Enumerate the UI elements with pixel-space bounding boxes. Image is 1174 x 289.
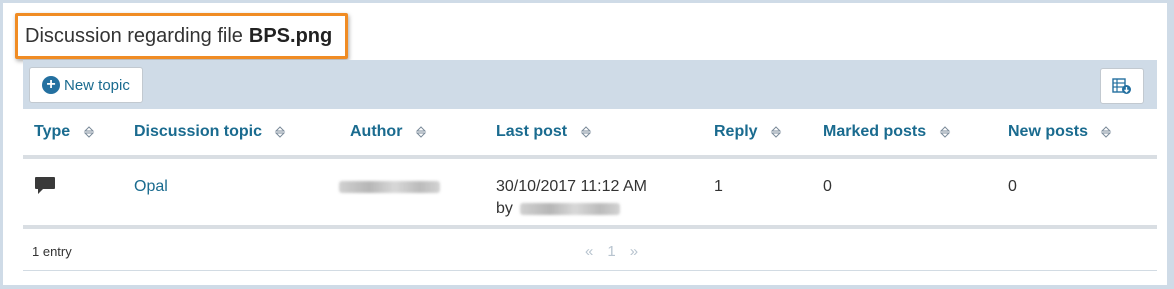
page-frame: Discussion regarding file BPS.png + New … (0, 0, 1174, 289)
pager-next[interactable]: » (630, 243, 638, 260)
marked-posts-cell: 0 (812, 157, 997, 229)
toolbar: + New topic (23, 60, 1157, 109)
col-new-posts[interactable]: New posts (997, 109, 1157, 159)
last-post-cell: 30/10/2017 11:12 AM by (485, 157, 703, 229)
title-prefix: Discussion regarding file (25, 24, 243, 47)
col-reply[interactable]: Reply (703, 109, 812, 159)
plus-circle-icon: + (42, 76, 60, 94)
sort-icon (415, 126, 427, 138)
last-post-date: 30/10/2017 11:12 AM (496, 178, 647, 195)
author-cell (339, 157, 485, 229)
col-type[interactable]: Type (23, 109, 123, 159)
col-marked-posts[interactable]: Marked posts (812, 109, 997, 159)
new-posts-cell: 0 (997, 157, 1157, 229)
reply-cell: 1 (703, 157, 812, 229)
topic-link[interactable]: Opal (134, 178, 168, 195)
col-last-post[interactable]: Last post (485, 109, 703, 159)
col-author[interactable]: Author (339, 109, 485, 159)
table-footer: 1 entry « 1 » (23, 233, 1157, 271)
page-title: Discussion regarding file BPS.png (15, 13, 348, 59)
new-topic-button[interactable]: + New topic (29, 67, 143, 103)
topics-table: Type Discussion topic Author Last post R… (23, 109, 1157, 229)
topic-cell: Opal (123, 157, 339, 229)
sort-icon (770, 126, 782, 138)
table-export-icon (1112, 78, 1131, 94)
sort-icon (939, 126, 950, 138)
new-topic-label: New topic (64, 76, 130, 94)
pagination: « 1 » (585, 243, 638, 260)
sort-icon (1101, 126, 1112, 138)
sort-icon (275, 126, 286, 138)
last-post-by: by (496, 198, 703, 220)
type-cell (23, 157, 123, 229)
pager-prev[interactable]: « (585, 243, 593, 260)
table-export-button[interactable] (1100, 68, 1144, 104)
sort-icon (83, 126, 94, 138)
entry-count: 1 entry (32, 244, 72, 259)
last-post-author-redacted (520, 202, 621, 215)
pager-page-1[interactable]: 1 (607, 243, 615, 260)
sort-icon (580, 126, 591, 138)
author-name-redacted (339, 180, 440, 193)
chat-bubble-icon (35, 177, 55, 194)
table-row: Opal 30/10/2017 11:12 AM by 1 0 0 (23, 157, 1157, 229)
file-name: BPS.png (248, 24, 333, 47)
col-discussion-topic[interactable]: Discussion topic (123, 109, 339, 159)
discussion-panel: Discussion regarding file BPS.png + New … (3, 3, 1167, 285)
table-header-row: Type Discussion topic Author Last post R… (23, 109, 1157, 159)
